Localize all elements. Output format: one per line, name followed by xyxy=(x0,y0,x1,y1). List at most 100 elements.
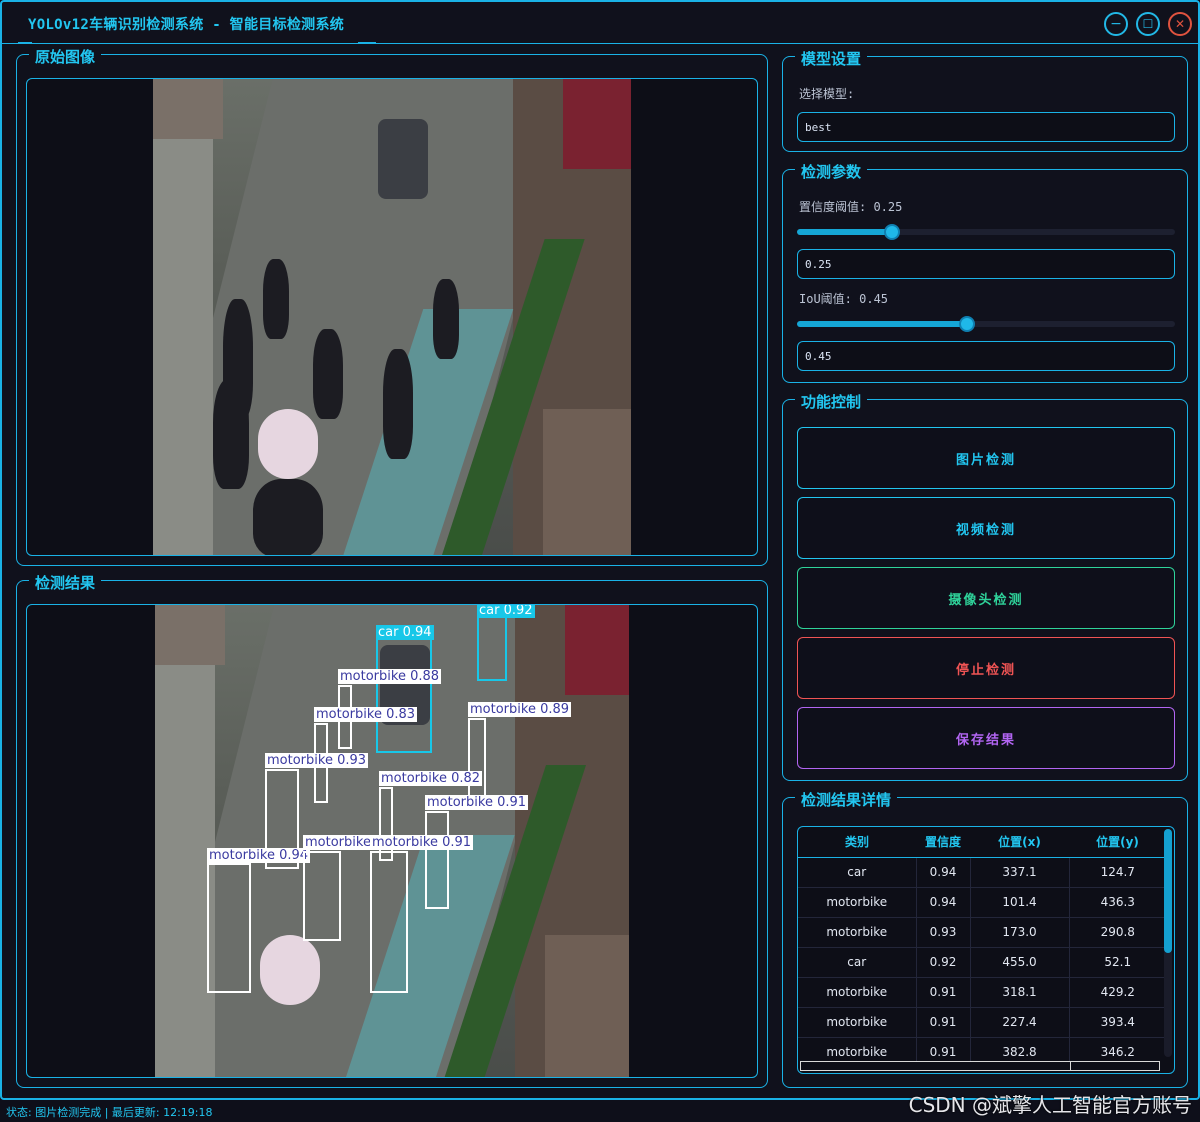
iou-input[interactable]: 0.45 xyxy=(797,341,1175,371)
camera-detect-label: 摄像头检测 xyxy=(948,592,1024,608)
detection-label: motorbike 0.91 xyxy=(425,795,529,810)
save-result-button[interactable]: 保存结果 xyxy=(797,707,1175,769)
status-bar: 状态: 图片检测完成 | 最后更新: 12:19:18 xyxy=(6,1106,213,1119)
close-button[interactable]: ✕ xyxy=(1168,12,1192,36)
title-bar[interactable]: YOLOv12车辆识别检测系统 - 智能目标检测系统 − ☐ ✕ xyxy=(2,2,1198,44)
image-detect-button[interactable]: 图片检测 xyxy=(797,427,1175,489)
table-cell: car xyxy=(798,856,917,887)
table-cell: 52.1 xyxy=(1069,946,1166,977)
stop-detect-button[interactable]: 停止检测 xyxy=(797,637,1175,699)
table-row[interactable]: car 0.94 337.1 124.7 xyxy=(798,856,1166,887)
table-row[interactable]: motorbike 0.91 318.1 429.2 xyxy=(798,976,1166,1007)
confidence-label: 置信度阈值: 0.25 xyxy=(799,200,903,214)
confidence-input-value: 0.25 xyxy=(805,258,832,271)
details-table-frame: 类别 置信度 位置(x) 位置(y) car 0.94 337.1 124.7 moto… xyxy=(797,826,1175,1074)
function-control-title: 功能控制 xyxy=(795,391,868,412)
detection-label: motorbike 0.83 xyxy=(314,707,418,722)
table-cell: 0.91 xyxy=(916,976,971,1007)
iou-input-value: 0.45 xyxy=(805,350,832,363)
iou-slider[interactable] xyxy=(797,316,1175,332)
table-row[interactable]: motorbike 0.93 173.0 290.8 xyxy=(798,916,1166,947)
column-header[interactable]: 类别 xyxy=(798,827,916,858)
confidence-slider[interactable] xyxy=(797,224,1175,240)
table-cell: 0.93 xyxy=(916,916,971,947)
iou-label: IoU阈值: 0.45 xyxy=(799,292,889,306)
table-cell: 393.4 xyxy=(1069,1006,1166,1037)
detection-result-title: 检测结果 xyxy=(29,572,102,593)
table-cell: car xyxy=(798,946,917,977)
detection-label: car 0.92 xyxy=(477,605,535,618)
table-cell: 455.0 xyxy=(970,946,1070,977)
model-settings-title: 模型设置 xyxy=(795,48,868,69)
video-detect-button[interactable]: 视频检测 xyxy=(797,497,1175,559)
minimize-button[interactable]: − xyxy=(1104,12,1128,36)
table-cell: 0.91 xyxy=(916,1006,971,1037)
original-image-title: 原始图像 xyxy=(29,46,102,67)
table-header-row: 类别 置信度 位置(x) 位置(y) xyxy=(798,827,1166,858)
table-cell: 124.7 xyxy=(1069,856,1166,887)
table-cell: motorbike xyxy=(798,886,917,917)
detection-details-panel: 检测结果详情 类别 置信度 位置(x) 位置(y) car 0.94 337.1 12… xyxy=(782,789,1188,1088)
details-table: 类别 置信度 位置(x) 位置(y) car 0.94 337.1 124.7 moto… xyxy=(798,827,1166,1067)
video-detect-label: 视频检测 xyxy=(955,522,1016,538)
maximize-button[interactable]: ☐ xyxy=(1136,12,1160,36)
confidence-slider-fill xyxy=(797,229,892,235)
detection-label: motorbike xyxy=(303,835,373,850)
original-image-frame xyxy=(26,78,758,556)
detection-box xyxy=(370,851,408,993)
close-icon: ✕ xyxy=(1174,17,1186,31)
table-cell: 0.94 xyxy=(916,886,971,917)
detection-result-panel: 检测结果 car 0.94 car 0.92 motorbike 0.88 mo… xyxy=(16,572,768,1088)
maximize-icon: ☐ xyxy=(1142,17,1154,31)
column-header[interactable]: 位置(x) xyxy=(970,827,1069,858)
original-image-panel: 原始图像 xyxy=(16,46,768,566)
detection-params-title: 检测参数 xyxy=(795,161,868,182)
detection-box xyxy=(477,615,507,681)
save-result-label: 保存结果 xyxy=(955,732,1016,748)
table-cell: 0.92 xyxy=(916,946,971,977)
model-settings-panel: 模型设置 选择模型: best xyxy=(782,48,1188,152)
detection-result-frame: car 0.94 car 0.92 motorbike 0.88 motorbi… xyxy=(26,604,758,1078)
watermark-text: CSDN @斌擎人工智能官方账号 xyxy=(908,1093,1192,1117)
table-row[interactable]: motorbike 0.91 227.4 393.4 xyxy=(798,1006,1166,1037)
stop-detect-label: 停止检测 xyxy=(955,662,1016,678)
vertical-scrollbar[interactable] xyxy=(1164,829,1172,1057)
detection-box xyxy=(376,637,432,753)
table-row[interactable]: car 0.92 455.0 52.1 xyxy=(798,946,1166,977)
horizontal-scrollbar[interactable] xyxy=(800,1061,1160,1071)
original-image xyxy=(153,79,631,555)
detection-box xyxy=(468,718,486,798)
model-select[interactable]: best xyxy=(797,112,1175,142)
table-cell: motorbike xyxy=(798,1006,917,1037)
image-detect-label: 图片检测 xyxy=(955,452,1016,468)
confidence-slider-thumb[interactable] xyxy=(883,224,900,240)
table-cell: 173.0 xyxy=(970,916,1070,947)
confidence-input[interactable]: 0.25 xyxy=(797,249,1175,279)
iou-slider-thumb[interactable] xyxy=(959,316,976,332)
table-cell: 429.2 xyxy=(1069,976,1166,1007)
app-window: YOLOv12车辆识别检测系统 - 智能目标检测系统 − ☐ ✕ 原始图像 检测… xyxy=(0,0,1200,1100)
detection-label: motorbike 0.88 xyxy=(338,669,442,684)
detection-label: car 0.94 xyxy=(376,625,434,640)
detection-label: motorbike 0.82 xyxy=(379,771,483,786)
vertical-scrollbar-thumb[interactable] xyxy=(1164,829,1172,953)
camera-detect-button[interactable]: 摄像头检测 xyxy=(797,567,1175,629)
iou-slider-fill xyxy=(797,321,968,327)
title-accent-right xyxy=(358,42,376,44)
horizontal-scrollbar-thumb[interactable] xyxy=(801,1062,1071,1070)
table-cell: 101.4 xyxy=(970,886,1070,917)
column-header[interactable]: 置信度 xyxy=(916,827,970,858)
column-header[interactable]: 位置(y) xyxy=(1069,827,1166,858)
minimize-icon: − xyxy=(1110,16,1122,32)
table-cell: 337.1 xyxy=(970,856,1070,887)
table-cell: motorbike xyxy=(798,916,917,947)
detection-details-title: 检测结果详情 xyxy=(795,789,898,810)
detection-label: motorbike 0.91 xyxy=(370,835,474,850)
title-accent-left xyxy=(18,42,32,44)
result-image: car 0.94 car 0.92 motorbike 0.88 motorbi… xyxy=(155,605,629,1077)
table-cell: 436.3 xyxy=(1069,886,1166,917)
detection-label: motorbike 0.93 xyxy=(265,753,369,768)
details-table-body: car 0.94 337.1 124.7 motorbike 0.94 101.4 436.3… xyxy=(798,856,1166,1067)
table-row[interactable]: motorbike 0.94 101.4 436.3 xyxy=(798,886,1166,917)
detection-label: motorbike 0.94 xyxy=(207,848,311,863)
